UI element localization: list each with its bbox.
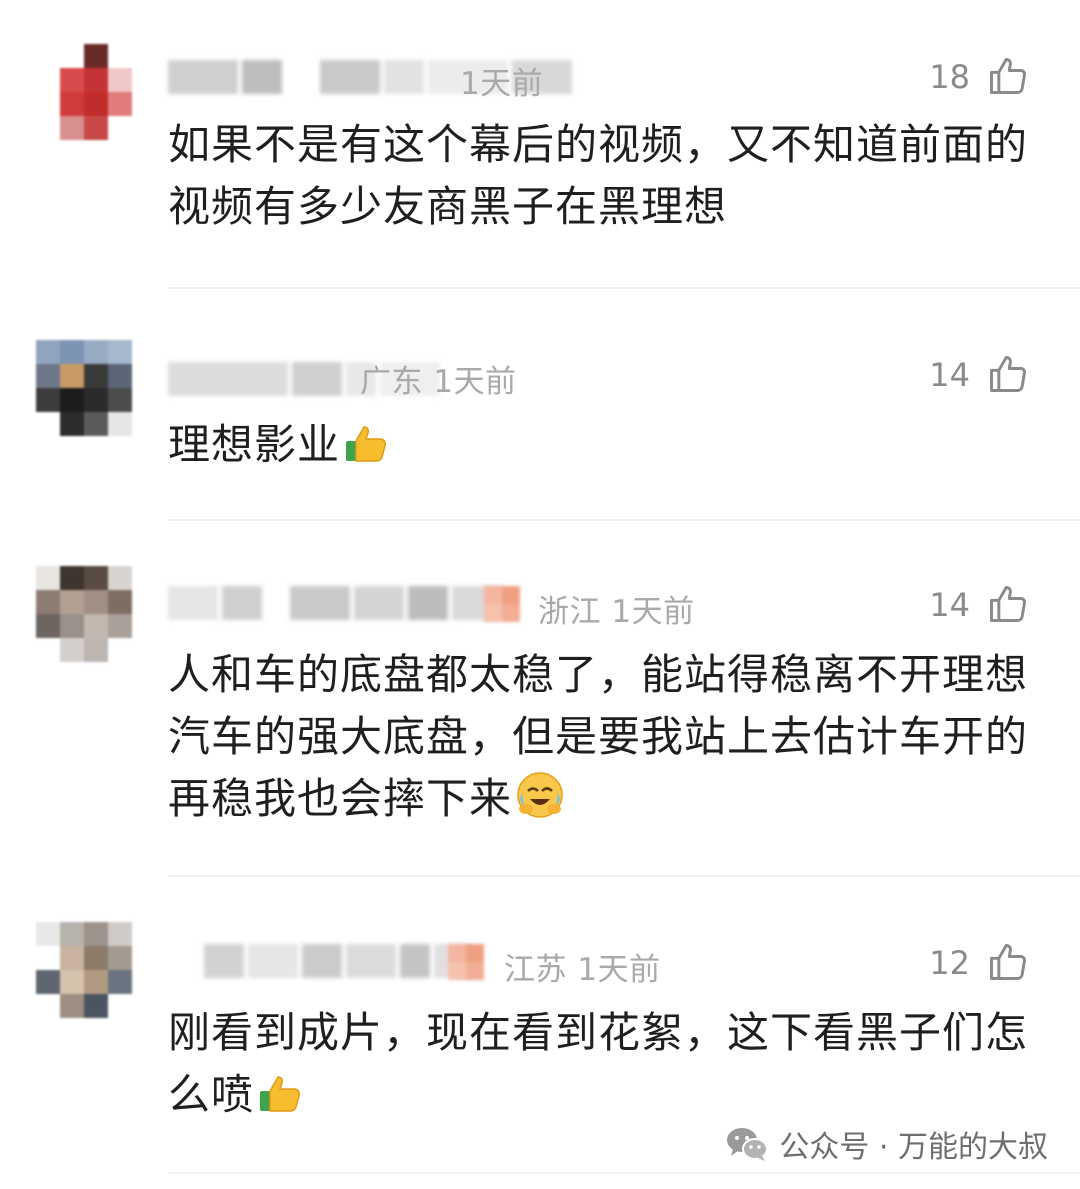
comment-text: 理想影业 xyxy=(168,414,1028,484)
watermark: 公众号 · 万能的大叔 xyxy=(725,1122,1048,1166)
like-count: 14 xyxy=(929,586,970,624)
thumbs-up-emoji xyxy=(256,1069,304,1134)
avatar[interactable] xyxy=(36,922,132,1018)
like-count: 12 xyxy=(929,944,970,982)
thumbs-up-icon[interactable] xyxy=(986,940,1030,984)
username-blurred[interactable] xyxy=(204,944,474,978)
comment-item: 1天前 18 如果不是有这个幕后的视频，又不知道前面的视频有多少友商黑子在黑理想 xyxy=(0,0,1080,290)
divider xyxy=(168,875,1080,877)
divider xyxy=(168,1172,1080,1174)
comment-text: 刚看到成片，现在看到花絮，这下看黑子们怎么喷 xyxy=(168,1002,1028,1134)
thumbs-up-icon[interactable] xyxy=(986,352,1030,396)
comment-meta: 广东 1天前 xyxy=(360,364,517,400)
comment-text: 人和车的底盘都太稳了，能站得稳离不开理想汽车的强大底盘，但是要我站上去估计车开的… xyxy=(168,644,1028,838)
comment-text: 如果不是有这个幕后的视频，又不知道前面的视频有多少友商黑子在黑理想 xyxy=(168,120,1029,231)
comment-meta: 1天前 xyxy=(460,66,544,102)
comment-item: 广东 1天前 14 理想影业 xyxy=(0,290,1080,522)
comment-item: 浙江 1天前 14 人和车的底盘都太稳了，能站得稳离不开理想汽车的强大底盘，但是… xyxy=(0,522,1080,878)
avatar[interactable] xyxy=(36,566,132,662)
region-badge-icon xyxy=(484,586,520,622)
wechat-icon xyxy=(727,1128,769,1161)
avatar[interactable] xyxy=(36,340,132,436)
like-count: 14 xyxy=(929,356,970,394)
like-count: 18 xyxy=(929,58,970,96)
watermark-label: 公众号 · 万能的大叔 xyxy=(779,1130,1048,1165)
divider xyxy=(168,287,1080,289)
thumbs-up-emoji xyxy=(342,419,390,484)
comment-meta: 江苏 1天前 xyxy=(504,952,661,988)
username-blurred[interactable] xyxy=(168,586,502,620)
divider xyxy=(168,519,1080,521)
face-with-tears-emoji xyxy=(514,769,566,838)
comment-meta: 浙江 1天前 xyxy=(538,594,695,630)
thumbs-up-icon[interactable] xyxy=(986,582,1030,626)
region-badge-icon xyxy=(448,944,484,980)
thumbs-up-icon[interactable] xyxy=(986,54,1030,98)
avatar[interactable] xyxy=(36,44,132,140)
